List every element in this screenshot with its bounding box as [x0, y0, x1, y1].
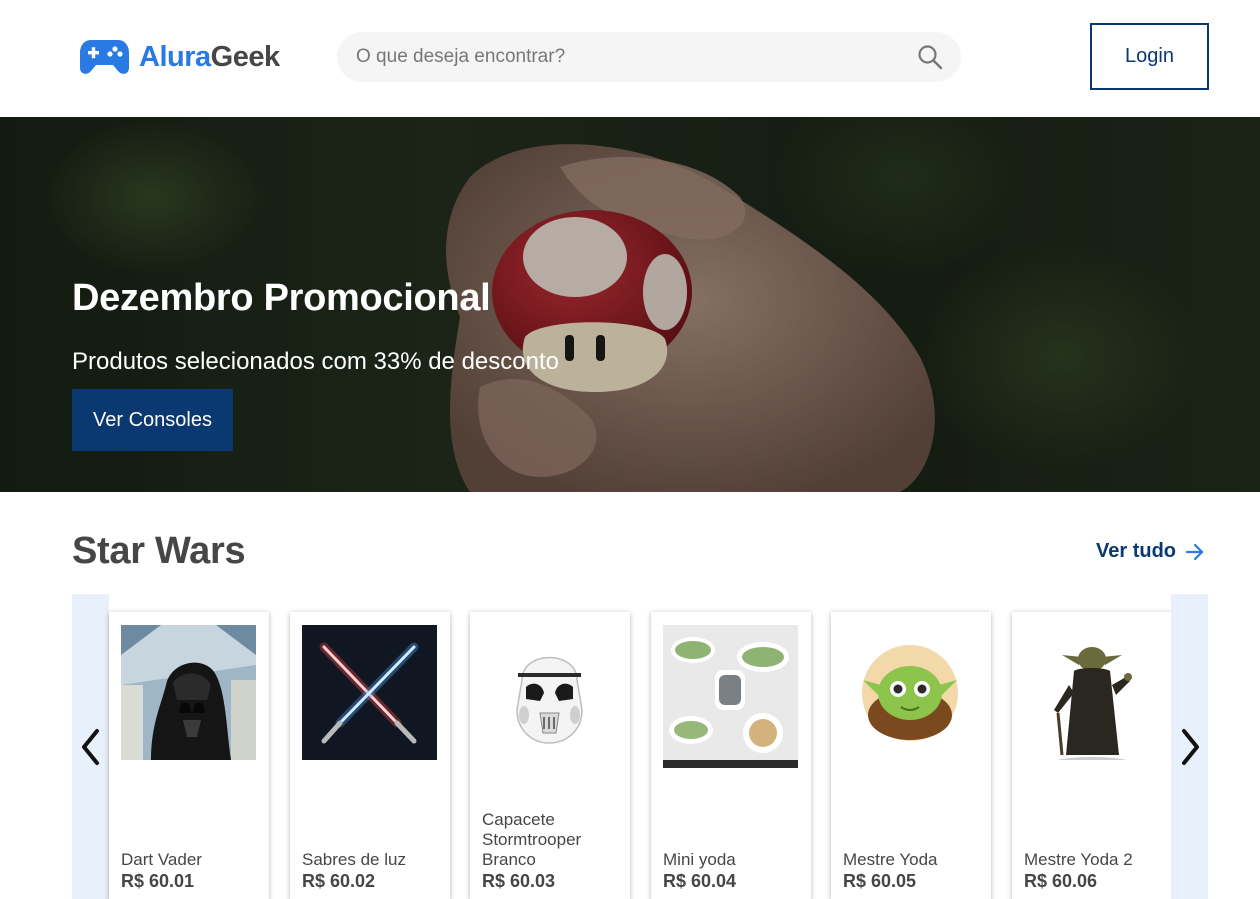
- product-name: Mini yoda: [663, 850, 736, 869]
- search-input[interactable]: [356, 46, 917, 68]
- product-name: Mestre Yoda 2: [1024, 850, 1133, 869]
- product-price: R$ 60.03: [482, 871, 556, 891]
- logo-text-geek: Geek: [210, 40, 280, 73]
- site-header: AluraGeek Login: [0, 0, 1260, 117]
- darth-vader-image: [121, 625, 256, 760]
- product-card[interactable]: Dart Vader R$ 60.01: [109, 612, 269, 899]
- search-bar: [337, 32, 961, 82]
- see-all-label: Ver tudo: [1096, 540, 1177, 562]
- login-button[interactable]: Login: [1090, 23, 1209, 90]
- carousel-prev-button[interactable]: [72, 594, 109, 899]
- chevron-right-icon: [1181, 728, 1199, 765]
- lightsabers-image: [302, 625, 437, 760]
- stormtrooper-helmet-image: [482, 625, 617, 760]
- chevron-left-icon: [81, 728, 99, 765]
- product-name: Dart Vader: [121, 850, 202, 869]
- yoda-figure-image: [1024, 625, 1159, 760]
- product-card[interactable]: Mestre Yoda R$ 60.05: [831, 612, 991, 899]
- product-card[interactable]: Capacete Stormtrooper Branco R$ 60.03: [470, 612, 630, 899]
- product-carousel: Dart Vader R$ 60.01 Sabres de luz R$ 60.…: [72, 594, 1208, 899]
- banner-subtitle: Produtos selecionados com 33% de descont…: [72, 348, 559, 375]
- product-price: R$ 60.02: [302, 871, 376, 891]
- mini-yoda-stickers-image: [663, 625, 798, 768]
- product-card[interactable]: Mestre Yoda 2 R$ 60.06: [1012, 612, 1172, 899]
- banner-title: Dezembro Promocional: [72, 277, 491, 319]
- product-card[interactable]: Mini yoda R$ 60.04: [651, 612, 811, 899]
- search-icon[interactable]: [917, 44, 943, 70]
- promo-banner: Dezembro Promocional Produtos selecionad…: [0, 117, 1260, 492]
- logo[interactable]: AluraGeek: [79, 38, 280, 76]
- product-card[interactable]: Sabres de luz R$ 60.02: [290, 612, 450, 899]
- product-price: R$ 60.06: [1024, 871, 1098, 891]
- logo-text-alura: Alura: [139, 40, 211, 73]
- logo-text: AluraGeek: [139, 41, 280, 74]
- section-title: Star Wars: [72, 530, 246, 572]
- see-all-link[interactable]: Ver tudo: [1096, 540, 1205, 563]
- yoda-face-image: [843, 625, 978, 760]
- product-price: R$ 60.01: [121, 871, 195, 891]
- gamepad-icon: [80, 40, 129, 74]
- arrow-right-icon: [1185, 543, 1204, 560]
- product-name: Capacete Stormtrooper Branco: [482, 810, 582, 869]
- product-name: Mestre Yoda: [843, 850, 938, 869]
- view-consoles-button[interactable]: Ver Consoles: [72, 389, 233, 451]
- product-name: Sabres de luz: [302, 850, 406, 869]
- product-price: R$ 60.05: [843, 871, 917, 891]
- carousel-next-button[interactable]: [1171, 594, 1208, 899]
- product-price: R$ 60.04: [663, 871, 737, 891]
